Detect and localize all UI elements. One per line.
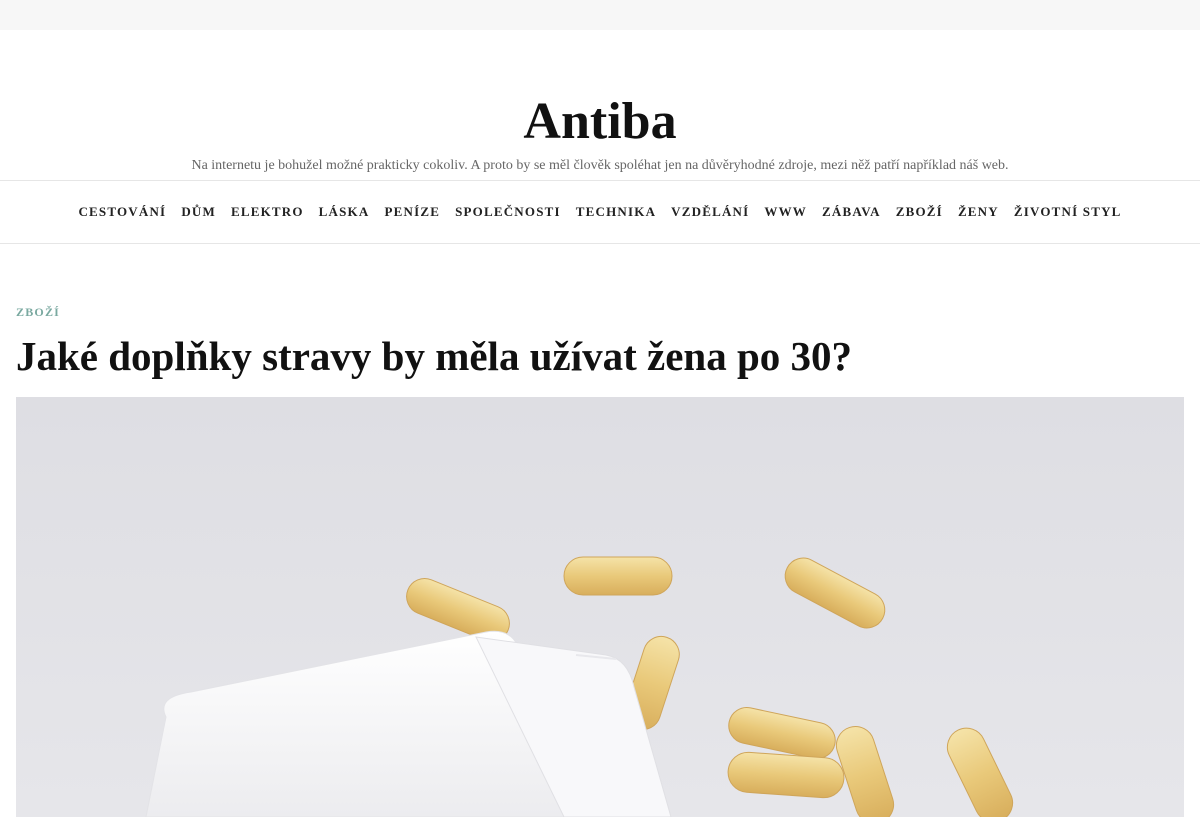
nav-item-elektro[interactable]: ELEKTRO xyxy=(231,204,304,220)
nav-item-cestovani[interactable]: CESTOVÁNÍ xyxy=(78,204,166,220)
site-header: Antiba Na internetu je bohužel možné pra… xyxy=(0,30,1200,180)
nav-item-dum[interactable]: DŮM xyxy=(181,204,216,220)
nav-item-laska[interactable]: LÁSKA xyxy=(319,204,370,220)
nav-item-zabava[interactable]: ZÁBAVA xyxy=(822,204,881,220)
nav-item-zeny[interactable]: ŽENY xyxy=(958,204,999,220)
nav-item-penize[interactable]: PENÍZE xyxy=(384,204,440,220)
site-description: Na internetu je bohužel možné prakticky … xyxy=(191,158,1009,173)
nav-item-spolecnosti[interactable]: SPOLEČNOSTI xyxy=(455,204,561,220)
featured-image-graphic xyxy=(16,397,1184,817)
main-navigation: CESTOVÁNÍ DŮM ELEKTRO LÁSKA PENÍZE SPOLE… xyxy=(0,180,1200,244)
featured-image xyxy=(16,397,1184,817)
top-bar xyxy=(0,0,1200,30)
nav-item-technika[interactable]: TECHNIKA xyxy=(576,204,656,220)
nav-item-vzdelani[interactable]: VZDĚLÁNÍ xyxy=(671,204,749,220)
site-title-link[interactable]: Antiba xyxy=(0,92,1200,152)
nav-item-www[interactable]: WWW xyxy=(764,204,807,220)
category-link[interactable]: ZBOŽÍ xyxy=(16,305,60,320)
nav-item-zbozi[interactable]: ZBOŽÍ xyxy=(896,204,943,220)
post-title: Jaké doplňky stravy by měla užívat žena … xyxy=(16,333,852,379)
nav-item-zivotni-styl[interactable]: ŽIVOTNÍ STYL xyxy=(1014,204,1122,220)
